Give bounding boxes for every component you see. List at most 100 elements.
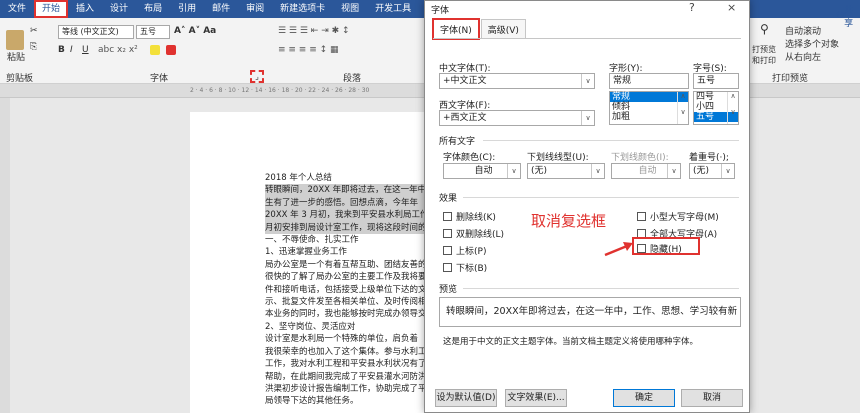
font-color-icon[interactable] [166,45,178,55]
cn-font-value: +中文正文 [443,76,487,86]
emphasis-combo[interactable]: (无) ∨ [689,163,735,179]
document-line[interactable]: 件和接听电话，包括接受上级单位下达的文 [265,284,425,296]
text-effects-button[interactable]: 文字效果(E)... [505,389,567,407]
document-line[interactable]: 一、不辱使命、扎实工作 [265,234,425,246]
double-strike-label: 双删除线(L) [456,230,505,240]
document-line[interactable]: 设计室是水利局一个特殊的单位，肩负着 [265,333,425,345]
tab-font[interactable]: 字体(N) [432,18,480,40]
font-name-combo[interactable]: 等线 (中文正文) [58,25,134,39]
font-color-value: 自动 [474,166,493,176]
document-line[interactable]: 2、坚守岗位、灵活应对 [265,321,425,333]
scrollbar[interactable]: ∧ ∨ [677,92,688,124]
ribbon-tab[interactable]: 开发工具 [367,0,419,18]
font-color-combo[interactable]: 自动 ∨ [443,163,521,179]
superscript-checkbox[interactable]: 上标(P) [443,244,486,257]
ribbon-tab[interactable]: 布局 [136,0,170,18]
subscript-label: 下标(B) [456,264,488,274]
format-icons[interactable]: abc x₂ x² [98,45,138,55]
document-line[interactable]: 很快的了解了局办公室的主要工作及我将要 [265,271,425,283]
document-line[interactable]: 转眼瞬间，20XX 年即将过去，在这一年中 [265,184,425,197]
style-input[interactable]: 常规 [609,73,689,89]
ribbon-tab[interactable]: 设计 [102,0,136,18]
ribbon-tab[interactable]: 新建选项卡 [272,0,333,18]
document-line[interactable]: 工作，我对水利工程和平安县水利状况有了 [265,358,425,370]
bold-button[interactable]: B [58,45,65,55]
from-right-label: 从右向左 [785,53,822,63]
chevron-down-icon: ∨ [507,164,520,178]
ribbon-tab[interactable]: 邮件 [204,0,238,18]
double-strike-checkbox[interactable]: 双删除线(L) [443,227,504,240]
document-line[interactable]: 月初安排到局设计室工作，现将这段时间的 [265,221,425,235]
help-button[interactable]: ? [689,1,695,14]
from-right-button[interactable]: 从右向左 [785,50,821,63]
ribbon-tab[interactable]: 插入 [68,0,102,18]
strike-label: 删除线(K) [456,213,496,223]
ribbon-tab[interactable]: 引用 [170,0,204,18]
highlight-icon[interactable] [150,45,162,55]
size-input[interactable]: 五号 [693,73,739,89]
cut-icon[interactable]: ✂ [30,26,38,36]
all-text-heading: 所有文字 [439,137,476,147]
search-icon[interactable]: ⚲ [760,22,769,36]
share-label: 共享 [844,6,854,29]
style-value: 常规 [613,76,632,86]
document-line[interactable]: 局办公室是一个有着互帮互助、团结友善的 [265,259,425,271]
superscript-label: 上标(P) [456,247,487,257]
grow-font-icon[interactable]: A˄ A˅ Aa [174,26,216,36]
italic-button[interactable]: I [70,45,73,55]
tab-advanced[interactable]: 高级(V) [480,19,526,39]
document-line[interactable]: 帮助，在此期间我完成了平安县灌水河防洪 [265,371,425,383]
document-line[interactable]: 1、迅速掌握业务工作 [265,246,425,258]
close-button[interactable]: × [727,1,736,14]
ribbon-tab[interactable]: 视图 [333,0,367,18]
chevron-down-icon: ∨ [721,164,734,178]
share-button[interactable]: ⚇ 共享 [836,3,860,29]
document-line[interactable]: 局领导下达的其他任务。 [265,395,425,407]
document-line[interactable]: 示、批复文件发至各相关单位、及时传阅相 [265,296,425,308]
annotation-text: 取消复选框 [531,212,607,230]
cn-font-combo[interactable]: +中文正文 ∨ [439,73,595,89]
underline-color-value: 自动 [638,166,657,176]
chevron-down-icon: ∨ [667,164,680,178]
document-text[interactable]: 2018 年个人总结 转眼瞬间，20XX 年即将过去，在这一年中 生有了进一步的感悟… [265,172,425,408]
small-caps-checkbox[interactable]: 小型大写字母(M) [637,210,719,223]
ribbon-tab[interactable]: 审阅 [238,0,272,18]
paragraph-group-label: 段落 [343,74,362,84]
ribbon-tab[interactable]: 文件 [0,0,34,18]
size-list[interactable]: 四号 小四 五号 ∧ ∨ [693,91,739,125]
document-line[interactable]: 本业务的同时，我也能够按时完成办领导交 [265,308,425,320]
strike-checkbox[interactable]: 删除线(K) [443,210,496,223]
preview-note: 这是用于中文的正文主题字体。当前文档主题定义将使用哪种字体。 [443,337,699,347]
subscript-checkbox[interactable]: 下标(B) [443,261,487,274]
auto-scroll-button[interactable]: 自动滚动 [785,24,821,37]
align-icon[interactable]: ≡ ≡ ≡ ≡ ↕ ▦ [278,45,339,55]
paste-button[interactable]: 粘贴 [6,30,26,63]
underline-combo[interactable]: (无) ∨ [527,163,605,179]
west-font-combo[interactable]: +西文正文 ∨ [439,110,595,126]
document-line[interactable]: 20XX 年 3 月初，我来到平安县水利局工作 [265,209,425,222]
font-group-label: 字体 [150,74,169,84]
copy-icon[interactable]: ⎘ [30,42,37,52]
style-list[interactable]: 常规 倾斜 加粗 ∧ ∨ [609,91,689,125]
auto-scroll-label: 自动滚动 [785,27,822,37]
document-line[interactable]: 洪渠初步设计报告编制工作，协助完成了平 [265,383,425,395]
underline-button[interactable]: U [82,45,89,55]
underline-color-combo[interactable]: 自动 ∨ [611,163,681,179]
cancel-button[interactable]: 取消 [681,389,743,407]
document-line[interactable]: 生有了进一步的感悟。回想点滴，今年年 [265,196,425,210]
document-line[interactable]: 2018 年个人总结 [265,172,425,184]
font-size-combo[interactable]: 五号 [136,25,170,39]
ok-button[interactable]: 确定 [613,389,675,407]
ribbon-tab[interactable]: 开始 [34,0,69,18]
font-dialog-launcher[interactable]: ⌟ [250,70,264,83]
bullets-icon[interactable]: ☰ ☰ ☰ ⇤ ⇥ ✱ ↕ [278,26,350,36]
print-preview-group-label: 打印预览 [772,74,809,84]
document-line[interactable]: 我很荣幸的也加入了这个集体。参与水利工 [265,346,425,358]
preview-text: 转眼瞬间，20XX年即将过去，在这一年中，工作、思想、学习较有新 [446,306,738,317]
emphasis-label: 着重号(·); [689,153,729,163]
set-default-button[interactable]: 设为默认值(D) [435,389,497,407]
select-multi-button[interactable]: 选择多个对象 [785,37,839,50]
preview-print-label: 打预览和打印 [752,45,776,65]
scrollbar[interactable]: ∧ ∨ [727,92,738,124]
hidden-highlight-box [632,237,700,255]
